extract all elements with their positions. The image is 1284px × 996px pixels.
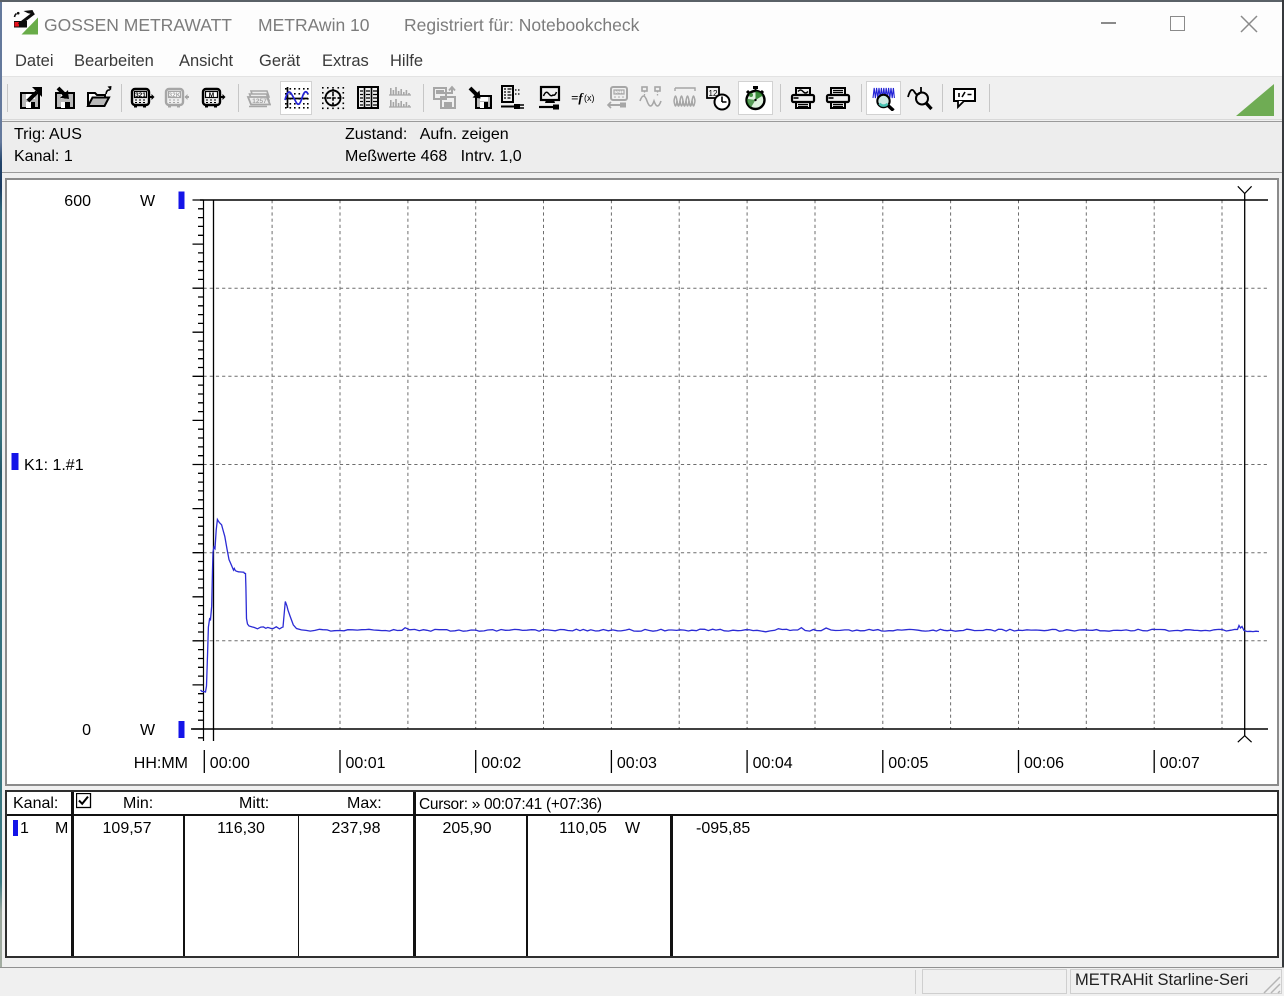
svg-text:HH:MM: HH:MM [134,755,188,772]
svg-text:1257: 1257 [252,98,267,105]
svg-text:321: 321 [135,92,146,99]
svg-text:00:00: 00:00 [210,755,250,772]
svg-text:00:06: 00:06 [1024,755,1064,772]
svg-text:00:01: 00:01 [346,755,386,772]
svg-text:M: M [209,92,214,99]
svg-text:00:04: 00:04 [753,755,793,772]
svg-text:00:05: 00:05 [888,755,928,772]
svg-text:32K: 32K [169,92,181,99]
svg-text:W: W [140,193,156,210]
svg-text:K1: 1.#1: K1: 1.#1 [24,457,84,474]
svg-text:=f: =f [571,90,584,105]
svg-text:0: 0 [82,722,91,739]
svg-text:00:02: 00:02 [481,755,521,772]
svg-text:00:03: 00:03 [617,755,657,772]
svg-text:00:07: 00:07 [1160,755,1200,772]
svg-text:W: W [140,722,156,739]
svg-text:(x): (x) [584,93,595,103]
svg-text:600: 600 [64,193,91,210]
svg-text:321: 321 [615,90,623,95]
